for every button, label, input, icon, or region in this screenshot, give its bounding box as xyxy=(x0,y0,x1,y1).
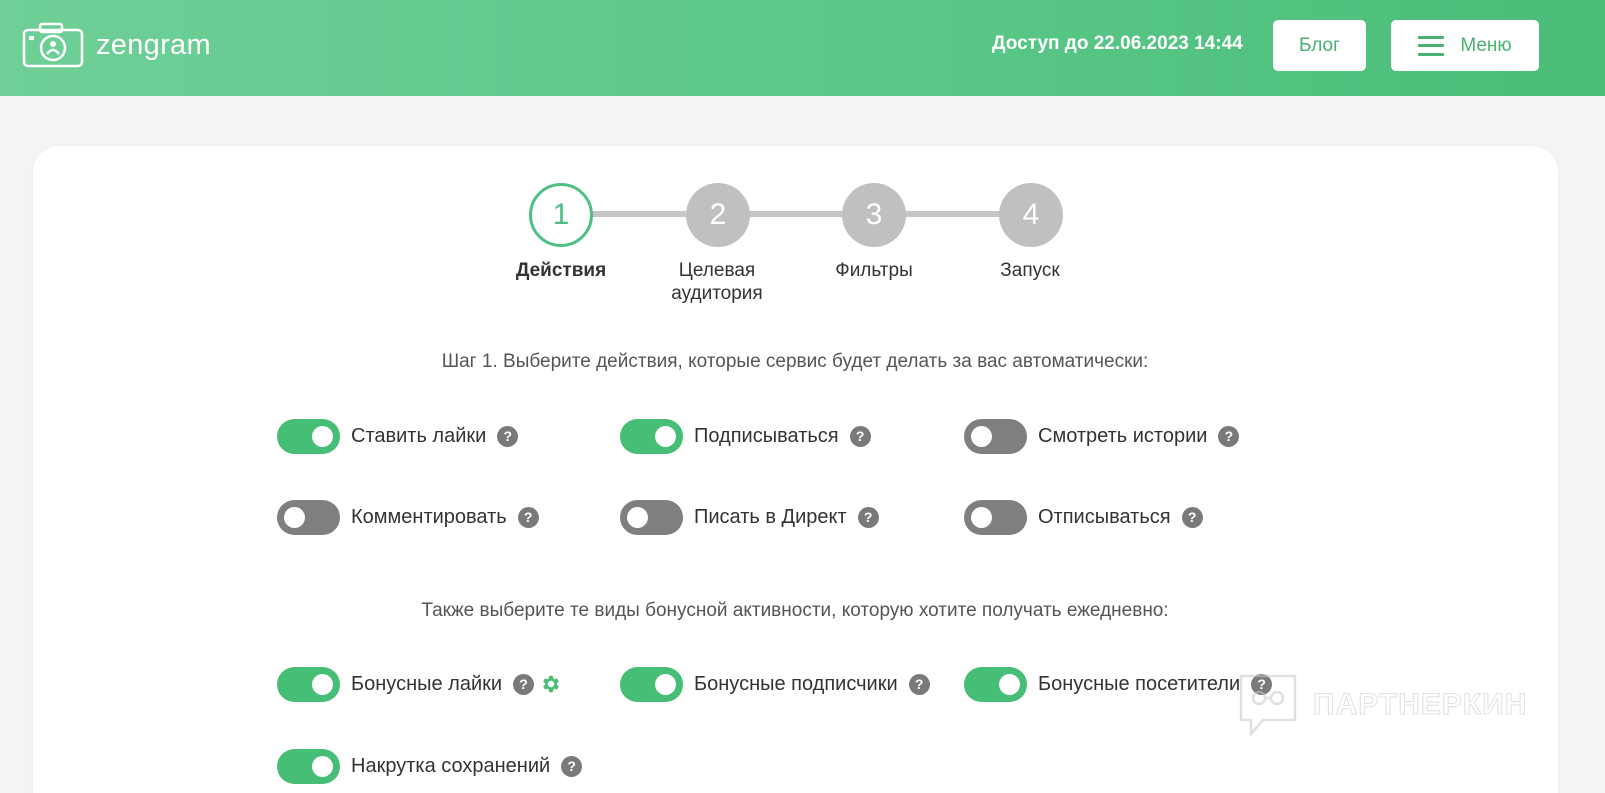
bonus-saves-toggle[interactable] xyxy=(277,748,340,784)
option-comment[interactable]: Комментировать ? xyxy=(277,499,539,535)
bonus-saves-label: Накрутка сохранений xyxy=(351,754,551,777)
unfollow-label: Отписываться xyxy=(1038,505,1171,528)
gear-icon[interactable] xyxy=(540,673,562,695)
logo[interactable]: zengram xyxy=(22,22,211,68)
direct-label: Писать в Директ xyxy=(694,505,847,528)
watermark-logo-icon xyxy=(1239,674,1297,738)
option-stories[interactable]: Смотреть истории ? xyxy=(964,418,1240,454)
comment-toggle[interactable] xyxy=(277,499,340,535)
help-icon[interactable]: ? xyxy=(561,755,583,777)
access-expiry-text: Доступ до 22.06.2023 14:44 xyxy=(992,33,1243,54)
stories-toggle[interactable] xyxy=(964,418,1027,454)
stories-label: Смотреть истории xyxy=(1038,424,1208,447)
step-connector xyxy=(592,211,686,217)
bonus-instruction: Также выберите те виды бонусной активнос… xyxy=(421,600,1169,621)
camera-logo-icon xyxy=(22,22,84,68)
direct-toggle[interactable] xyxy=(620,499,683,535)
step-instruction: Шаг 1. Выберите действия, которые сервис… xyxy=(441,351,1149,372)
watermark-text: ПАРТНЕРКИН xyxy=(1312,688,1528,722)
follow-label: Подписываться xyxy=(694,424,839,447)
step-2-label-line1: Целевая xyxy=(678,260,756,281)
help-icon[interactable]: ? xyxy=(1181,506,1203,528)
bonus-likes-label: Бонусные лайки xyxy=(351,672,503,695)
logo-text: zengram xyxy=(96,28,211,61)
option-bonus-saves[interactable]: Накрутка сохранений ? xyxy=(277,748,583,784)
option-unfollow[interactable]: Отписываться ? xyxy=(964,499,1203,535)
step-3-label: Фильтры xyxy=(835,260,913,281)
option-follow[interactable]: Подписываться ? xyxy=(620,418,871,454)
step-2-label-line2: аудитория xyxy=(671,283,763,304)
step-1-circle[interactable]: 1 xyxy=(529,183,593,247)
step-connector xyxy=(905,211,999,217)
bonus-visitors-label: Бонусные посетители xyxy=(1038,672,1241,695)
menu-button-label: Меню xyxy=(1460,34,1512,56)
step-2-label: Целевая аудитория xyxy=(637,259,797,305)
likes-toggle[interactable] xyxy=(277,418,340,454)
partnerkin-watermark: ПАРТНЕРКИН xyxy=(1237,672,1527,738)
help-icon[interactable]: ? xyxy=(497,425,519,447)
top-header: zengram Доступ до 22.06.2023 14:44 Блог … xyxy=(0,0,1605,96)
step-1-label: Действия xyxy=(515,260,607,281)
step-2-circle[interactable]: 2 xyxy=(686,183,750,247)
help-icon[interactable]: ? xyxy=(517,506,539,528)
step-connector xyxy=(748,211,842,217)
blog-button[interactable]: Блог xyxy=(1273,20,1366,71)
step-3-circle[interactable]: 3 xyxy=(842,183,906,247)
bonus-followers-toggle[interactable] xyxy=(620,666,683,702)
bonus-likes-toggle[interactable] xyxy=(277,666,340,702)
option-bonus-likes[interactable]: Бонусные лайки ? xyxy=(277,666,562,702)
comment-label: Комментировать xyxy=(351,505,507,528)
menu-button[interactable]: Меню xyxy=(1391,20,1539,71)
likes-label: Ставить лайки xyxy=(351,424,487,447)
help-icon[interactable]: ? xyxy=(513,673,535,695)
option-direct[interactable]: Писать в Директ ? xyxy=(620,499,879,535)
follow-toggle[interactable] xyxy=(620,418,683,454)
option-bonus-visitors[interactable]: Бонусные посетители ? xyxy=(964,666,1273,702)
help-icon[interactable]: ? xyxy=(1218,425,1240,447)
help-icon[interactable]: ? xyxy=(849,425,871,447)
option-bonus-followers[interactable]: Бонусные подписчики ? xyxy=(620,666,930,702)
step-4-label: Запуск xyxy=(1000,260,1060,281)
hamburger-icon xyxy=(1418,35,1445,56)
help-icon[interactable]: ? xyxy=(857,506,879,528)
unfollow-toggle[interactable] xyxy=(964,499,1027,535)
bonus-visitors-toggle[interactable] xyxy=(964,666,1027,702)
bonus-followers-label: Бонусные подписчики xyxy=(694,672,898,695)
help-icon[interactable]: ? xyxy=(908,673,930,695)
option-likes[interactable]: Ставить лайки ? xyxy=(277,418,519,454)
step-4-circle[interactable]: 4 xyxy=(999,183,1063,247)
